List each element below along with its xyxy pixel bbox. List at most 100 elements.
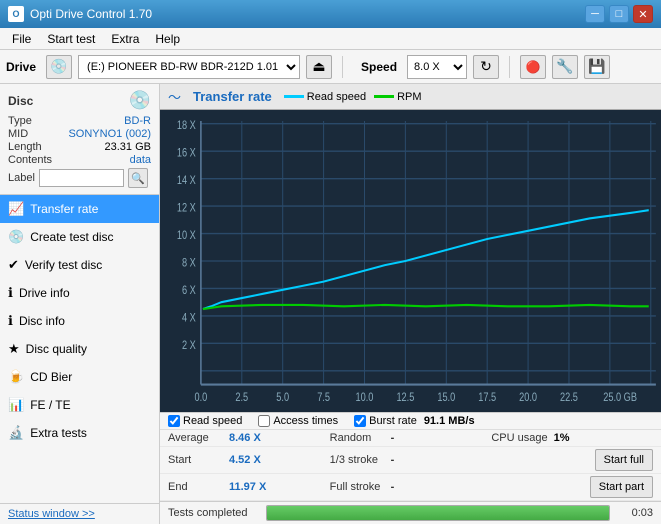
toolbar-separator2 — [509, 56, 510, 78]
svg-text:14 X: 14 X — [177, 174, 197, 188]
disc-type-row: Type BD-R — [8, 115, 151, 127]
sidebar-item-create-label: Create test disc — [30, 230, 113, 244]
chart-svg: 18 X 16 X 14 X 12 X 10 X 8 X 6 X 4 X 2 X… — [160, 110, 661, 412]
toolbar-separator — [342, 56, 343, 78]
sidebar-item-verify-test-disc[interactable]: ✔ Verify test disc — [0, 251, 159, 279]
svg-text:10.0: 10.0 — [356, 391, 374, 405]
burst-rate-checkbox-item: Burst rate 91.1 MB/s — [354, 415, 474, 427]
menu-extra[interactable]: Extra — [103, 28, 147, 49]
start-part-button[interactable]: Start part — [590, 476, 653, 498]
window-controls: ─ □ ✕ — [585, 5, 653, 23]
stat-fullstroke-label: Full stroke — [330, 481, 385, 493]
fe-te-icon: 📊 — [8, 397, 24, 413]
stats-row-2: Start 4.52 X 1/3 stroke - Start full — [160, 447, 661, 474]
sidebar-item-transfer-rate[interactable]: 📈 Transfer rate — [0, 195, 159, 223]
sidebar-item-fe-te[interactable]: 📊 FE / TE — [0, 391, 159, 419]
stat-13stroke-value: - — [391, 454, 436, 466]
disc-contents-row: Contents data — [8, 154, 151, 166]
sidebar-item-drive-info[interactable]: ℹ Drive info — [0, 279, 159, 307]
stat-cell-average: Average 8.46 X — [168, 432, 330, 444]
svg-text:6 X: 6 X — [182, 284, 196, 298]
titlebar: O Opti Drive Control 1.70 ─ □ ✕ — [0, 0, 661, 28]
svg-text:17.5: 17.5 — [478, 391, 496, 405]
disc-type-label: Type — [8, 115, 32, 127]
info-button[interactable]: 🔴 — [520, 55, 546, 79]
cd-bier-icon: 🍺 — [8, 369, 24, 385]
svg-text:2.5: 2.5 — [235, 391, 248, 405]
progress-area: Tests completed 0:03 — [160, 501, 661, 524]
disc-mid-value: SONYNO1 (002) — [68, 128, 151, 140]
start-full-button[interactable]: Start full — [595, 449, 653, 471]
sidebar: Disc 💿 Type BD-R MID SONYNO1 (002) Lengt… — [0, 84, 160, 524]
progress-time: 0:03 — [618, 507, 653, 519]
read-speed-checkbox-label: Read speed — [183, 415, 242, 427]
disc-label-label: Label — [8, 172, 35, 184]
menu-help[interactable]: Help — [147, 28, 188, 49]
maximize-button[interactable]: □ — [609, 5, 629, 23]
sidebar-item-disc-quality-label: Disc quality — [26, 342, 87, 356]
chart-legend: Read speed RPM — [284, 91, 422, 103]
legend-read-speed-label: Read speed — [307, 91, 366, 103]
speed-select[interactable]: 8.0 X — [407, 55, 467, 79]
svg-text:12 X: 12 X — [177, 201, 197, 215]
progress-label: Tests completed — [168, 507, 258, 519]
verify-test-disc-icon: ✔ — [8, 257, 19, 273]
status-window-button[interactable]: Status window >> — [0, 503, 159, 524]
disc-panel: Disc 💿 Type BD-R MID SONYNO1 (002) Lengt… — [0, 84, 159, 195]
eject-button[interactable]: ⏏ — [306, 55, 332, 79]
save-button[interactable]: 💾 — [584, 55, 610, 79]
stat-average-value: 8.46 X — [229, 432, 274, 444]
sidebar-item-disc-quality[interactable]: ★ Disc quality — [0, 335, 159, 363]
sidebar-item-verify-label: Verify test disc — [25, 258, 102, 272]
stats-row-3: End 11.97 X Full stroke - Start part — [160, 474, 661, 501]
stats-rows: Average 8.46 X Random - CPU usage 1% — [160, 430, 661, 501]
sidebar-item-cd-bier[interactable]: 🍺 CD Bier — [0, 363, 159, 391]
stat-cell-fullstroke: Full stroke - — [330, 481, 492, 493]
access-times-checkbox[interactable] — [258, 415, 270, 427]
read-speed-checkbox[interactable] — [168, 415, 180, 427]
app-icon: O — [8, 6, 24, 22]
burst-rate-checkbox-label: Burst rate — [369, 415, 417, 427]
svg-text:5.0: 5.0 — [276, 391, 289, 405]
burst-rate-checkbox[interactable] — [354, 415, 366, 427]
disc-label-input[interactable] — [39, 169, 124, 187]
menubar: File Start test Extra Help — [0, 28, 661, 50]
transfer-rate-icon: 📈 — [8, 201, 24, 217]
stats-row-1: Average 8.46 X Random - CPU usage 1% — [160, 430, 661, 447]
svg-text:20.0: 20.0 — [519, 391, 537, 405]
disc-type-value: BD-R — [124, 115, 151, 127]
svg-text:12.5: 12.5 — [396, 391, 414, 405]
drive-label: Drive — [6, 60, 36, 74]
speed-label: Speed — [361, 60, 397, 74]
stat-start-value: 4.52 X — [229, 454, 274, 466]
minimize-button[interactable]: ─ — [585, 5, 605, 23]
svg-text:18 X: 18 X — [177, 119, 197, 133]
menu-start-test[interactable]: Start test — [39, 28, 103, 49]
stat-random-value: - — [391, 432, 436, 444]
svg-text:10 X: 10 X — [177, 229, 197, 243]
drive-select[interactable]: (E:) PIONEER BD-RW BDR-212D 1.01 — [78, 55, 300, 79]
settings-button[interactable]: 🔧 — [552, 55, 578, 79]
svg-text:25.0 GB: 25.0 GB — [603, 391, 637, 405]
sidebar-item-create-test-disc[interactable]: 💿 Create test disc — [0, 223, 159, 251]
sidebar-item-extra-tests[interactable]: 🔬 Extra tests — [0, 419, 159, 447]
refresh-button[interactable]: ↻ — [473, 55, 499, 79]
close-button[interactable]: ✕ — [633, 5, 653, 23]
stat-13stroke-label: 1/3 stroke — [330, 454, 385, 466]
sidebar-item-disc-info[interactable]: ℹ Disc info — [0, 307, 159, 335]
disc-label-btn[interactable]: 🔍 — [128, 168, 148, 188]
sidebar-item-fe-te-label: FE / TE — [30, 398, 70, 412]
checkboxes-row: Read speed Access times Burst rate 91.1 … — [160, 413, 661, 430]
right-panel: 〜 Transfer rate Read speed RPM — [160, 84, 661, 524]
read-speed-checkbox-item: Read speed — [168, 415, 242, 427]
svg-text:0.0: 0.0 — [195, 391, 208, 405]
disc-contents-label: Contents — [8, 154, 52, 166]
svg-text:7.5: 7.5 — [317, 391, 330, 405]
stat-fullstroke-value: - — [391, 481, 436, 493]
disc-mid-label: MID — [8, 128, 28, 140]
stats-area: Read speed Access times Burst rate 91.1 … — [160, 412, 661, 524]
menu-file[interactable]: File — [4, 28, 39, 49]
drive-info-icon: ℹ — [8, 285, 13, 301]
nav-items: 📈 Transfer rate 💿 Create test disc ✔ Ver… — [0, 195, 159, 503]
stat-cell-13stroke: 1/3 stroke - — [330, 454, 492, 466]
